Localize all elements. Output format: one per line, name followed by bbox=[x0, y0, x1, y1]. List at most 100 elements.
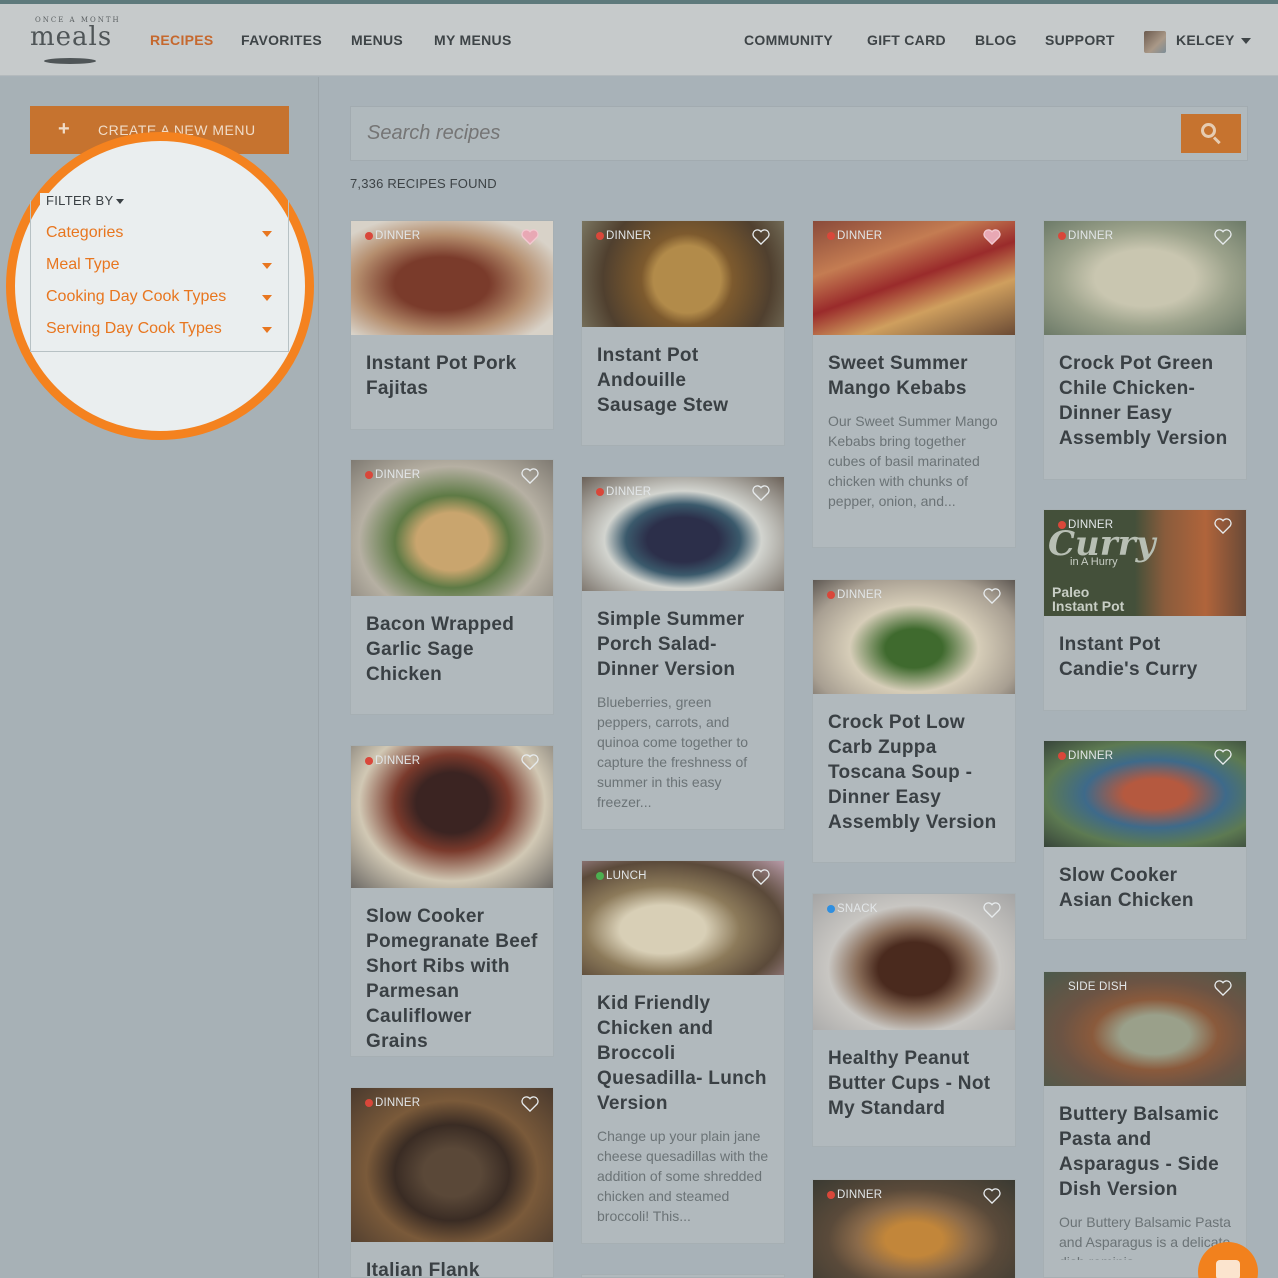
recipe-card[interactable]: DINNER Instant Pot Andouille Sausage Ste… bbox=[581, 220, 785, 446]
dinner-dot-icon bbox=[827, 231, 835, 240]
search-button[interactable] bbox=[1181, 114, 1241, 153]
recipe-card[interactable]: DINNER Simple Summer Porch Salad- Dinner… bbox=[581, 476, 785, 830]
dinner-dot-icon bbox=[596, 487, 604, 496]
filter-serving-day-cook-types[interactable]: Serving Day Cook Types bbox=[46, 320, 278, 338]
meal-label: DINNER bbox=[375, 1097, 421, 1109]
recipe-image: LUNCH bbox=[582, 861, 784, 975]
heart-filled-icon[interactable] bbox=[983, 229, 1001, 245]
recipe-card[interactable]: DINNER Bacon Wrapped Garlic Sage Chicken bbox=[350, 459, 554, 715]
recipe-title[interactable]: Crock Pot Green Chile Chicken- Dinner Ea… bbox=[1044, 335, 1246, 451]
recipe-title[interactable]: Sweet Summer Mango Kebabs bbox=[813, 335, 1015, 401]
nav-support[interactable]: SUPPORT bbox=[1045, 32, 1115, 48]
recipe-card[interactable]: DINNER Slow Cooker Asian Chicken bbox=[1043, 740, 1247, 940]
user-menu[interactable]: KELCEY bbox=[1176, 32, 1251, 48]
recipe-image: SNACK bbox=[813, 894, 1015, 1030]
recipe-title[interactable]: Instant Pot Andouille Sausage Stew bbox=[582, 327, 784, 418]
meal-badge: DINNER bbox=[365, 1097, 420, 1109]
dinner-dot-icon bbox=[827, 1190, 835, 1199]
nav-gift-card[interactable]: GIFT CARD bbox=[867, 32, 946, 48]
nav-recipes[interactable]: RECIPES bbox=[150, 32, 214, 48]
recipe-title[interactable]: Slow Cooker Pomegranate Beef Short Ribs … bbox=[351, 888, 553, 1054]
recipe-title[interactable]: Buttery Balsamic Pasta and Asparagus - S… bbox=[1044, 1086, 1246, 1202]
filter-label: Cooking Day Cook Types bbox=[46, 288, 227, 305]
heart-outline-icon[interactable] bbox=[983, 1188, 1001, 1204]
user-name: KELCEY bbox=[1176, 32, 1235, 48]
filter-cooking-day-cook-types[interactable]: Cooking Day Cook Types bbox=[46, 288, 278, 306]
recipe-card[interactable]: DINNER Italian Flank bbox=[350, 1087, 554, 1278]
recipe-title[interactable]: Kid Friendly Chicken and Broccoli Quesad… bbox=[582, 975, 784, 1116]
heart-outline-icon[interactable] bbox=[1214, 518, 1232, 534]
dropdown-arrow-icon bbox=[262, 295, 272, 301]
side-dish-dot-icon bbox=[1058, 983, 1066, 991]
recipe-description: Our Sweet Summer Mango Kebabs bring toge… bbox=[828, 413, 998, 509]
filter-categories[interactable]: Categories bbox=[46, 224, 278, 242]
nav-favorites[interactable]: FAVORITES bbox=[241, 32, 322, 48]
filter-label: Meal Type bbox=[46, 256, 120, 273]
search-icon bbox=[1201, 123, 1216, 138]
filter-by-toggle[interactable]: FILTER BY bbox=[40, 193, 131, 208]
recipe-title[interactable]: Italian Flank bbox=[351, 1242, 553, 1278]
heart-outline-icon[interactable] bbox=[752, 485, 770, 501]
recipe-card[interactable]: DINNER Sweet Summer Mango Kebabs Our Swe… bbox=[812, 220, 1016, 548]
meal-label: LUNCH bbox=[606, 870, 647, 882]
results-count: 7,336 RECIPES FOUND bbox=[350, 176, 497, 191]
meal-label: DINNER bbox=[1068, 750, 1114, 762]
recipe-image: DINNER bbox=[351, 746, 553, 888]
filter-meal-type[interactable]: Meal Type bbox=[46, 256, 278, 274]
dinner-dot-icon bbox=[365, 470, 373, 479]
dinner-dot-icon bbox=[365, 231, 373, 240]
meal-badge: DINNER bbox=[827, 1189, 882, 1201]
recipe-card[interactable] bbox=[581, 1274, 785, 1278]
recipe-title[interactable]: Instant Pot Pork Fajitas bbox=[351, 335, 553, 401]
meal-badge: DINNER bbox=[827, 589, 882, 601]
heart-outline-icon[interactable] bbox=[1214, 229, 1232, 245]
recipe-card[interactable]: SNACK Healthy Peanut Butter Cups - Not M… bbox=[812, 893, 1016, 1147]
spoon-icon bbox=[44, 58, 96, 64]
recipe-image: DINNER Curry in A Hurry Paleo Instant Po… bbox=[1044, 510, 1246, 616]
dinner-dot-icon bbox=[365, 756, 373, 765]
search-bar bbox=[350, 106, 1248, 161]
dinner-dot-icon bbox=[1058, 751, 1066, 760]
recipe-title[interactable]: Instant Pot Candie's Curry bbox=[1044, 616, 1246, 682]
heart-outline-icon[interactable] bbox=[752, 869, 770, 885]
recipe-title[interactable]: Simple Summer Porch Salad- Dinner Versio… bbox=[582, 591, 784, 682]
meal-label: DINNER bbox=[375, 230, 421, 242]
recipe-card[interactable]: DINNER Crock Pot Low Carb Zuppa Toscana … bbox=[812, 579, 1016, 863]
recipe-card[interactable]: LUNCH Kid Friendly Chicken and Broccoli … bbox=[581, 860, 785, 1244]
heart-filled-icon[interactable] bbox=[521, 229, 539, 245]
heart-outline-icon[interactable] bbox=[752, 229, 770, 245]
recipe-card[interactable]: DINNER Curry in A Hurry Paleo Instant Po… bbox=[1043, 509, 1247, 711]
recipe-title[interactable]: Crock Pot Low Carb Zuppa Toscana Soup - … bbox=[813, 694, 1015, 835]
nav-my-menus[interactable]: MY MENUS bbox=[434, 32, 512, 48]
recipe-title[interactable]: Bacon Wrapped Garlic Sage Chicken bbox=[351, 596, 553, 687]
recipe-card[interactable]: SIDE DISH Buttery Balsamic Pasta and Asp… bbox=[1043, 971, 1247, 1278]
meal-badge: DINNER bbox=[365, 755, 420, 767]
user-avatar[interactable] bbox=[1144, 31, 1166, 53]
meal-label: SNACK bbox=[837, 903, 878, 915]
meal-label: DINNER bbox=[837, 589, 883, 601]
heart-outline-icon[interactable] bbox=[521, 754, 539, 770]
recipe-card[interactable]: DINNER Crock Pot Green Chile Chicken- Di… bbox=[1043, 220, 1247, 480]
recipe-card[interactable]: DINNER Slow Cooker Pomegranate Beef Shor… bbox=[350, 745, 554, 1057]
heart-outline-icon[interactable] bbox=[1214, 749, 1232, 765]
meal-label: DINNER bbox=[1068, 230, 1114, 242]
nav-blog[interactable]: BLOG bbox=[975, 32, 1017, 48]
nav-community[interactable]: COMMUNITY bbox=[744, 32, 833, 48]
site-logo[interactable]: ONCE A MONTH meals bbox=[30, 14, 122, 70]
recipe-image: DINNER bbox=[813, 580, 1015, 694]
nav-menus[interactable]: MENUS bbox=[351, 32, 403, 48]
recipe-title[interactable]: Slow Cooker Asian Chicken bbox=[1044, 847, 1246, 913]
recipe-image: DINNER bbox=[351, 460, 553, 596]
site-header: ONCE A MONTH meals RECIPES FAVORITES MEN… bbox=[0, 4, 1278, 76]
meal-label: DINNER bbox=[375, 755, 421, 767]
heart-outline-icon[interactable] bbox=[1214, 980, 1232, 996]
heart-outline-icon[interactable] bbox=[521, 468, 539, 484]
recipe-card[interactable]: DINNER Instant Pot Pork Fajitas bbox=[350, 220, 554, 430]
recipe-card[interactable]: DINNER bbox=[812, 1179, 1016, 1278]
chat-icon bbox=[1216, 1260, 1240, 1278]
search-input[interactable] bbox=[367, 122, 1167, 145]
heart-outline-icon[interactable] bbox=[521, 1096, 539, 1112]
heart-outline-icon[interactable] bbox=[983, 902, 1001, 918]
recipe-title[interactable]: Healthy Peanut Butter Cups - Not My Stan… bbox=[813, 1030, 1015, 1121]
heart-outline-icon[interactable] bbox=[983, 588, 1001, 604]
